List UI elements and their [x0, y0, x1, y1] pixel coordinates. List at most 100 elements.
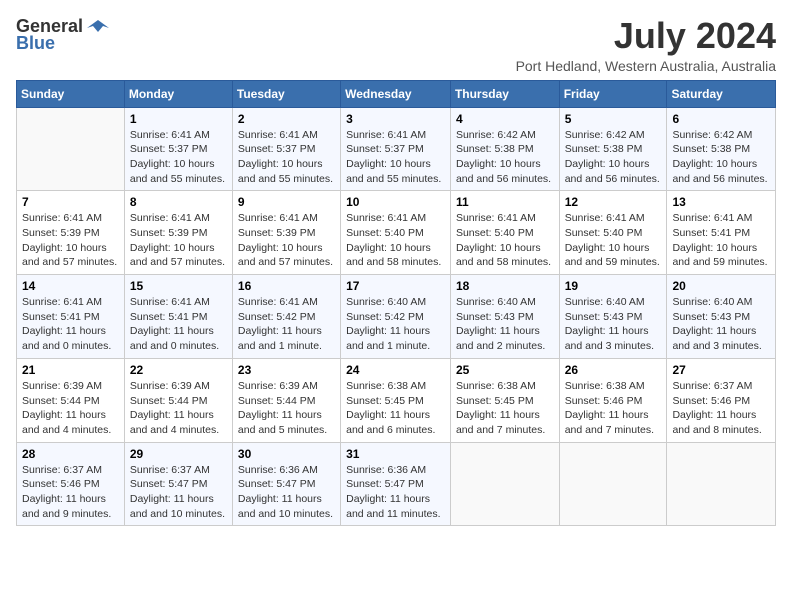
- daylight-text-1: Daylight: 11 hours: [130, 325, 214, 337]
- sunset-text: Sunset: 5:46 PM: [22, 478, 100, 490]
- logo-bird-icon: [87, 18, 109, 36]
- calendar-cell: 6Sunrise: 6:42 AMSunset: 5:38 PMDaylight…: [667, 107, 776, 191]
- day-info: Sunrise: 6:42 AMSunset: 5:38 PMDaylight:…: [672, 128, 771, 187]
- calendar-table: SundayMondayTuesdayWednesdayThursdayFrid…: [16, 80, 776, 527]
- day-info: Sunrise: 6:40 AMSunset: 5:42 PMDaylight:…: [346, 295, 446, 354]
- daylight-text-1: Daylight: 11 hours: [672, 409, 756, 421]
- day-number: 28: [22, 447, 120, 461]
- daylight-text-1: Daylight: 11 hours: [238, 493, 322, 505]
- sunrise-text: Sunrise: 6:41 AM: [565, 212, 645, 224]
- daylight-text-1: Daylight: 11 hours: [130, 409, 214, 421]
- daylight-text-1: Daylight: 11 hours: [456, 325, 540, 337]
- daylight-text-2: and and 57 minutes.: [238, 256, 333, 268]
- calendar-cell: 30Sunrise: 6:36 AMSunset: 5:47 PMDayligh…: [232, 442, 340, 526]
- sunset-text: Sunset: 5:42 PM: [238, 311, 316, 323]
- calendar-cell: 7Sunrise: 6:41 AMSunset: 5:39 PMDaylight…: [17, 191, 125, 275]
- daylight-text-2: and and 55 minutes.: [238, 173, 333, 185]
- logo: General Blue: [16, 16, 109, 54]
- day-info: Sunrise: 6:39 AMSunset: 5:44 PMDaylight:…: [238, 379, 336, 438]
- sunrise-text: Sunrise: 6:40 AM: [672, 296, 752, 308]
- day-number: 20: [672, 279, 771, 293]
- sunrise-text: Sunrise: 6:41 AM: [238, 129, 318, 141]
- day-number: 13: [672, 195, 771, 209]
- day-number: 4: [456, 112, 555, 126]
- sunrise-text: Sunrise: 6:41 AM: [22, 296, 102, 308]
- sunrise-text: Sunrise: 6:41 AM: [238, 212, 318, 224]
- daylight-text-2: and and 58 minutes.: [346, 256, 441, 268]
- sunset-text: Sunset: 5:47 PM: [346, 478, 424, 490]
- day-info: Sunrise: 6:37 AM Sunset: 5:46 PM Daylight:…: [672, 379, 771, 438]
- calendar-cell: 15Sunrise: 6:41 AMSunset: 5:41 PMDayligh…: [124, 275, 232, 359]
- weekday-header-wednesday: Wednesday: [341, 80, 451, 107]
- sunrise-text: Sunrise: 6:41 AM: [130, 296, 210, 308]
- sunset-text: Sunset: 5:41 PM: [672, 227, 750, 239]
- day-info: Sunrise: 6:41 AMSunset: 5:41 PMDaylight:…: [22, 295, 120, 354]
- day-info: Sunrise: 6:41 AMSunset: 5:40 PMDaylight:…: [456, 211, 555, 270]
- sunrise-text: Sunrise: 6:37 AM: [672, 380, 752, 392]
- day-info: Sunrise: 6:41 AMSunset: 5:40 PMDaylight:…: [565, 211, 663, 270]
- day-info: Sunrise: 6:41 AM Sunset: 5:41 PM Daylight:…: [130, 295, 228, 354]
- daylight-text-2: and and 10 minutes.: [238, 508, 333, 520]
- sunrise-text: Sunrise: 6:38 AM: [346, 380, 426, 392]
- calendar-cell: 17Sunrise: 6:40 AMSunset: 5:42 PMDayligh…: [341, 275, 451, 359]
- weekday-header-row: SundayMondayTuesdayWednesdayThursdayFrid…: [17, 80, 776, 107]
- day-number: 19: [565, 279, 663, 293]
- daylight-text-1: Daylight: 11 hours: [22, 409, 106, 421]
- sunrise-text: Sunrise: 6:39 AM: [130, 380, 210, 392]
- daylight-text-2: and and 56 minutes.: [565, 173, 660, 185]
- sunset-text: Sunset: 5:44 PM: [130, 395, 208, 407]
- weekday-header-saturday: Saturday: [667, 80, 776, 107]
- calendar-cell: 18Sunrise: 6:40 AMSunset: 5:43 PMDayligh…: [450, 275, 559, 359]
- daylight-text-2: and and 11 minutes.: [346, 508, 440, 520]
- calendar-cell: [667, 442, 776, 526]
- calendar-cell: 1Sunrise: 6:41 AMSunset: 5:37 PMDaylight…: [124, 107, 232, 191]
- calendar-cell: 13Sunrise: 6:41 AMSunset: 5:41 PMDayligh…: [667, 191, 776, 275]
- daylight-text-2: and and 3 minutes.: [565, 340, 654, 352]
- day-info: Sunrise: 6:41 AMSunset: 5:39 PMDaylight:…: [130, 211, 228, 270]
- logo-blue: Blue: [16, 33, 55, 54]
- daylight-text-2: and and 8 minutes.: [672, 424, 761, 436]
- sunrise-text: Sunrise: 6:41 AM: [346, 129, 426, 141]
- daylight-text-2: and and 59 minutes.: [672, 256, 767, 268]
- daylight-text-1: Daylight: 11 hours: [456, 409, 540, 421]
- calendar-cell: 10Sunrise: 6:41 AMSunset: 5:40 PMDayligh…: [341, 191, 451, 275]
- day-info: Sunrise: 6:39 AM Sunset: 5:44 PM Daylight:…: [130, 379, 228, 438]
- header: General Blue July 2024 Port Hedland, Wes…: [16, 16, 776, 74]
- calendar-cell: 29Sunrise: 6:37 AMSunset: 5:47 PMDayligh…: [124, 442, 232, 526]
- sunset-text: Sunset: 5:37 PM: [346, 143, 424, 155]
- daylight-text-1: Daylight: 10 hours: [22, 242, 107, 254]
- daylight-text-1: Daylight: 10 hours: [130, 242, 215, 254]
- sunrise-text: Sunrise: 6:36 AM: [238, 464, 318, 476]
- daylight-text-1: Daylight: 10 hours: [456, 242, 541, 254]
- sunrise-text: Sunrise: 6:36 AM: [346, 464, 426, 476]
- calendar-cell: 11Sunrise: 6:41 AMSunset: 5:40 PMDayligh…: [450, 191, 559, 275]
- calendar-cell: 28Sunrise: 6:37 AMSunset: 5:46 PMDayligh…: [17, 442, 125, 526]
- calendar-cell: [559, 442, 667, 526]
- sunset-text: Sunset: 5:41 PM: [130, 311, 208, 323]
- day-number: 18: [456, 279, 555, 293]
- day-number: 25: [456, 363, 555, 377]
- weekday-header-thursday: Thursday: [450, 80, 559, 107]
- daylight-text-1: Daylight: 10 hours: [456, 158, 541, 170]
- sunrise-text: Sunrise: 6:40 AM: [346, 296, 426, 308]
- day-info: Sunrise: 6:38 AMSunset: 5:46 PMDaylight:…: [565, 379, 663, 438]
- calendar-cell: 22Sunrise: 6:39 AMSunset: 5:44 PMDayligh…: [124, 358, 232, 442]
- sunset-text: Sunset: 5:46 PM: [565, 395, 643, 407]
- sunrise-text: Sunrise: 6:41 AM: [130, 129, 210, 141]
- calendar-cell: 9Sunrise: 6:41 AMSunset: 5:39 PMDaylight…: [232, 191, 340, 275]
- calendar-cell: 8Sunrise: 6:41 AMSunset: 5:39 PMDaylight…: [124, 191, 232, 275]
- sunset-text: Sunset: 5:46 PM: [672, 395, 750, 407]
- daylight-text-1: Daylight: 11 hours: [346, 325, 430, 337]
- day-info: Sunrise: 6:40 AMSunset: 5:43 PMDaylight:…: [565, 295, 663, 354]
- sunset-text: Sunset: 5:44 PM: [22, 395, 100, 407]
- calendar-week-row: 14Sunrise: 6:41 AMSunset: 5:41 PMDayligh…: [17, 275, 776, 359]
- day-info: Sunrise: 6:42 AMSunset: 5:38 PMDaylight:…: [565, 128, 663, 187]
- day-number: 10: [346, 195, 446, 209]
- daylight-text-2: and and 7 minutes.: [456, 424, 545, 436]
- month-title: July 2024: [516, 16, 776, 56]
- daylight-text-1: Daylight: 11 hours: [130, 493, 214, 505]
- daylight-text-1: Daylight: 10 hours: [238, 158, 323, 170]
- daylight-text-2: and and 3 minutes.: [672, 340, 761, 352]
- sunrise-text: Sunrise: 6:41 AM: [346, 212, 426, 224]
- sunrise-text: Sunrise: 6:38 AM: [565, 380, 645, 392]
